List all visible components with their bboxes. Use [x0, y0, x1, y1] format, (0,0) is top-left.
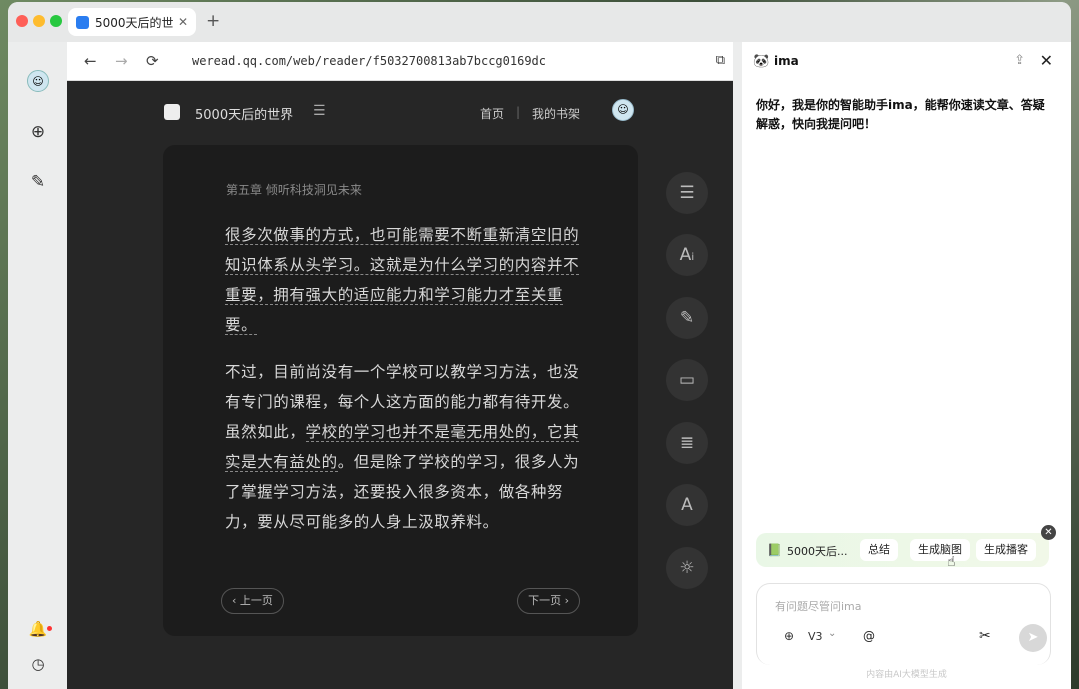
reading-page: 第五章 倾听科技洞见未来 很多次做事的方式，也可能需要不断重新清空旧的知识体系从…	[163, 145, 638, 636]
extension-icon[interactable]: ⧉	[716, 53, 725, 68]
app-sidebar: ☺ ⊕ ✎ 🔔 ◷	[8, 42, 67, 689]
assistant-name: ima	[774, 54, 799, 68]
chapter-title: 第五章 倾听科技洞见未来	[226, 183, 362, 197]
share-icon[interactable]: ⇪	[1014, 53, 1025, 68]
scissors-icon[interactable]: ✂	[979, 628, 991, 644]
dismiss-context-button[interactable]: ✕	[1041, 525, 1056, 540]
chevron-down-icon[interactable]: ⌄	[828, 628, 836, 639]
tab-title: 5000天后的世	[95, 15, 174, 30]
nav-divider: |	[516, 105, 521, 119]
ai-font-icon[interactable]: Aᵢ	[666, 234, 708, 276]
typeface-icon[interactable]: A	[666, 484, 708, 526]
address-bar: ← → ⟳ weread.qq.com/web/reader/f50327008…	[67, 42, 733, 81]
mindmap-chip[interactable]: 生成脑图	[910, 539, 970, 561]
url-input[interactable]: weread.qq.com/web/reader/f5032700813ab7b…	[192, 54, 546, 68]
comment-icon[interactable]: ▭	[666, 359, 708, 401]
ai-assistant-icon[interactable]: ⊕	[28, 122, 48, 142]
reader-header: 5000天后的世界 ☰ 首页 | 我的书架 ☺	[67, 81, 733, 143]
paragraph-2[interactable]: 不过，目前尚没有一个学校可以教学习方法，也没有专门的课程，每个人这方面的能力都有…	[225, 357, 581, 537]
browser-tab[interactable]: 5000天后的世 ✕	[68, 8, 196, 36]
edit-icon[interactable]: ✎	[28, 172, 48, 192]
context-bar: 📗 5000天后... 总结 生成脑图 生成播客	[756, 533, 1049, 567]
theme-sun-icon[interactable]: ☼	[666, 547, 708, 589]
minimize-window-button[interactable]	[33, 15, 45, 27]
bell-icon[interactable]: 🔔	[28, 620, 48, 640]
chat-input[interactable]: 有问题尽管问ima	[756, 583, 1051, 665]
note-pen-icon[interactable]: ✎	[666, 297, 708, 339]
summary-chip[interactable]: 总结	[860, 539, 898, 561]
book-title[interactable]: 5000天后的世界	[195, 104, 293, 123]
next-page-button[interactable]: 下一页 ›	[517, 588, 580, 614]
underlined-text[interactable]: 很多次做事的方式，也可能需要不断重新清空旧的知识体系从头学习。这就是为什么学习的…	[225, 226, 580, 335]
panda-logo-icon: 🐼	[753, 54, 770, 69]
reload-icon[interactable]: ⟳	[146, 52, 159, 70]
assistant-greeting: 你好，我是你的智能助手ima，能帮你速读文章、答疑解惑，快向我提问吧！	[756, 98, 1045, 131]
notes-list-icon[interactable]: ≣	[666, 422, 708, 464]
weread-favicon-icon	[76, 15, 89, 29]
mention-button[interactable]: @	[863, 629, 875, 643]
paragraph-1[interactable]: 很多次做事的方式，也可能需要不断重新清空旧的知识体系从头学习。这就是为什么学习的…	[225, 220, 581, 340]
prev-page-button[interactable]: ‹ 上一页	[221, 588, 284, 614]
fullscreen-window-button[interactable]	[50, 15, 62, 27]
clock-icon[interactable]: ◷	[28, 655, 48, 675]
book-context-icon: 📗	[767, 543, 782, 557]
new-tab-button[interactable]: +	[206, 11, 220, 31]
globe-icon[interactable]: ⊕	[784, 629, 794, 643]
close-window-button[interactable]	[16, 15, 28, 27]
forward-icon[interactable]: →	[115, 52, 128, 70]
app-window: 5000天后的世 ✕ + ☺ ⊕ ✎ 🔔 ◷ ← → ⟳ weread.qq.c…	[8, 2, 1071, 689]
book-logo-icon	[164, 104, 180, 120]
pointer-cursor-icon: ☝	[947, 554, 956, 570]
notification-dot	[47, 626, 52, 631]
context-book-title[interactable]: 5000天后...	[787, 543, 847, 559]
chat-input-placeholder: 有问题尽管问ima	[775, 600, 862, 613]
back-icon[interactable]: ←	[84, 52, 97, 70]
titlebar: 5000天后的世 ✕ +	[8, 2, 1071, 42]
toc-button[interactable]: ☰	[666, 172, 708, 214]
browser-viewport: ← → ⟳ weread.qq.com/web/reader/f50327008…	[67, 42, 733, 689]
ai-disclaimer: 内容由AI大模型生成	[866, 670, 947, 680]
nav-bookshelf-link[interactable]: 我的书架	[532, 105, 580, 122]
user-avatar[interactable]: ☺	[27, 70, 49, 92]
reader-avatar[interactable]: ☺	[612, 99, 634, 121]
model-selector[interactable]: V3	[808, 630, 823, 643]
close-panel-icon[interactable]: ✕	[1040, 51, 1053, 70]
send-button[interactable]: ➤	[1019, 624, 1047, 652]
ima-assistant-panel: 🐼 ima ⇪ ✕ 你好，我是你的智能助手ima，能帮你速读文章、答疑解惑，快向…	[742, 42, 1071, 689]
toc-icon[interactable]: ☰	[313, 103, 326, 119]
tab-close-icon[interactable]: ✕	[178, 15, 188, 29]
nav-home-link[interactable]: 首页	[480, 105, 504, 122]
podcast-chip[interactable]: 生成播客	[976, 539, 1036, 561]
